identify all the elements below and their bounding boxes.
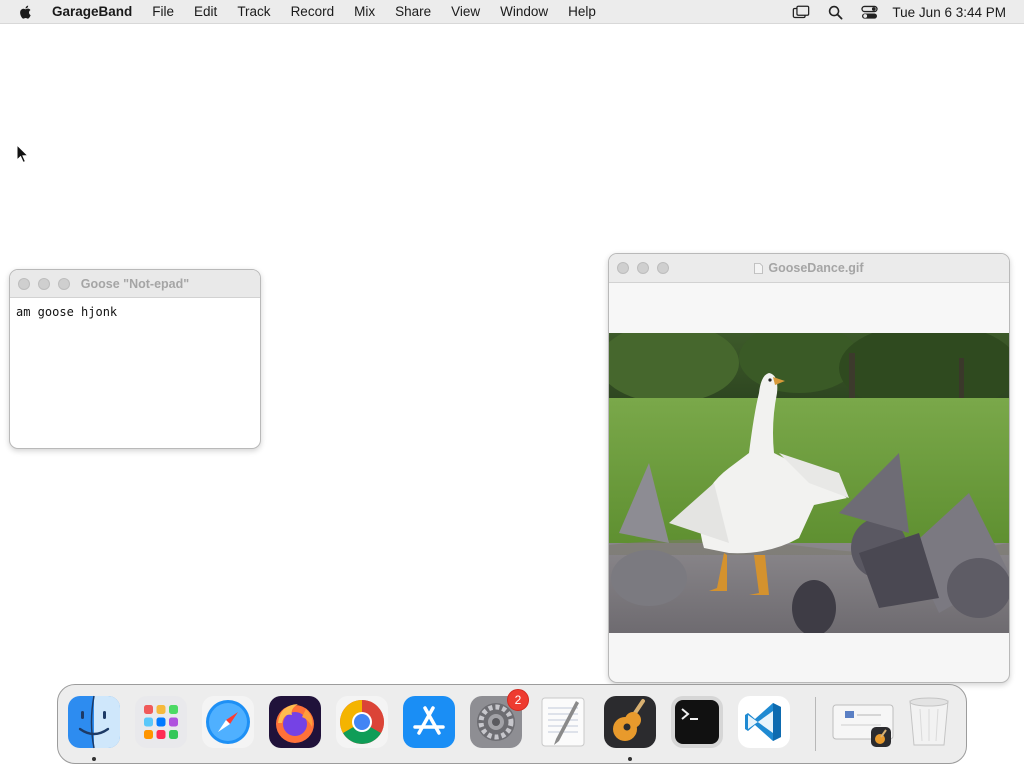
minimize-button[interactable]	[637, 262, 649, 274]
menu-mix[interactable]: Mix	[344, 0, 385, 24]
safari-icon[interactable]	[201, 695, 255, 749]
menu-bar-clock[interactable]: Tue Jun 6 3:44 PM	[892, 5, 1006, 20]
window-controls	[18, 278, 70, 290]
chrome-icon[interactable]	[335, 695, 389, 749]
close-button[interactable]	[18, 278, 30, 290]
zoom-button[interactable]	[657, 262, 669, 274]
gif-window-titlebar[interactable]: GooseDance.gif	[609, 254, 1009, 283]
gif-viewer-window[interactable]: GooseDance.gif	[608, 253, 1010, 683]
menu-bar: GarageBand File Edit Track Record Mix Sh…	[0, 0, 1024, 24]
document-proxy-icon[interactable]	[754, 262, 764, 274]
gif-window-title-group: GooseDance.gif	[609, 261, 1009, 275]
menu-share[interactable]: Share	[385, 0, 441, 24]
notepad-window[interactable]: Goose "Not-epad" am goose hjonk	[9, 269, 261, 449]
gif-viewer-top-padding	[609, 283, 1009, 333]
notepad-text-area[interactable]: am goose hjonk	[10, 298, 260, 326]
menu-window[interactable]: Window	[490, 0, 558, 24]
finder-running-indicator	[92, 757, 96, 761]
dock: 2	[57, 684, 967, 764]
finder-icon[interactable]	[67, 695, 121, 749]
mouse-cursor-icon	[16, 144, 29, 164]
menu-bar-status-area: Tue Jun 6 3:44 PM	[784, 0, 1024, 24]
system-settings-icon[interactable]: 2	[469, 689, 529, 749]
textedit-icon[interactable]	[536, 695, 590, 749]
firefox-icon[interactable]	[268, 695, 322, 749]
minimize-button[interactable]	[38, 278, 50, 290]
apple-logo-icon[interactable]	[18, 4, 36, 20]
menu-edit[interactable]: Edit	[184, 0, 227, 24]
goose-dancing-with-pigeons-image	[609, 333, 1009, 633]
garageband-icon[interactable]	[603, 695, 657, 749]
close-button[interactable]	[617, 262, 629, 274]
dock-separator	[815, 697, 816, 751]
zoom-button[interactable]	[58, 278, 70, 290]
app-store-icon[interactable]	[402, 695, 456, 749]
trash-icon[interactable]	[902, 695, 956, 749]
notification-badge: 2	[507, 689, 529, 711]
recent-document-icon[interactable]	[831, 695, 895, 749]
launchpad-icon[interactable]	[134, 695, 188, 749]
menu-help[interactable]: Help	[558, 0, 606, 24]
spotlight-search-icon[interactable]	[825, 0, 845, 24]
window-controls	[617, 262, 669, 274]
screen-mirroring-icon[interactable]	[791, 0, 811, 24]
gif-window-title: GooseDance.gif	[768, 261, 864, 275]
menu-record[interactable]: Record	[281, 0, 345, 24]
menu-track[interactable]: Track	[227, 0, 280, 24]
vscode-icon[interactable]	[737, 695, 791, 749]
control-center-icon[interactable]	[859, 0, 879, 24]
terminal-icon[interactable]	[670, 695, 724, 749]
menu-view[interactable]: View	[441, 0, 490, 24]
notepad-titlebar[interactable]: Goose "Not-epad"	[10, 270, 260, 298]
menu-file[interactable]: File	[142, 0, 184, 24]
app-name-menu[interactable]: GarageBand	[52, 0, 142, 24]
garageband-running-indicator	[628, 757, 632, 761]
